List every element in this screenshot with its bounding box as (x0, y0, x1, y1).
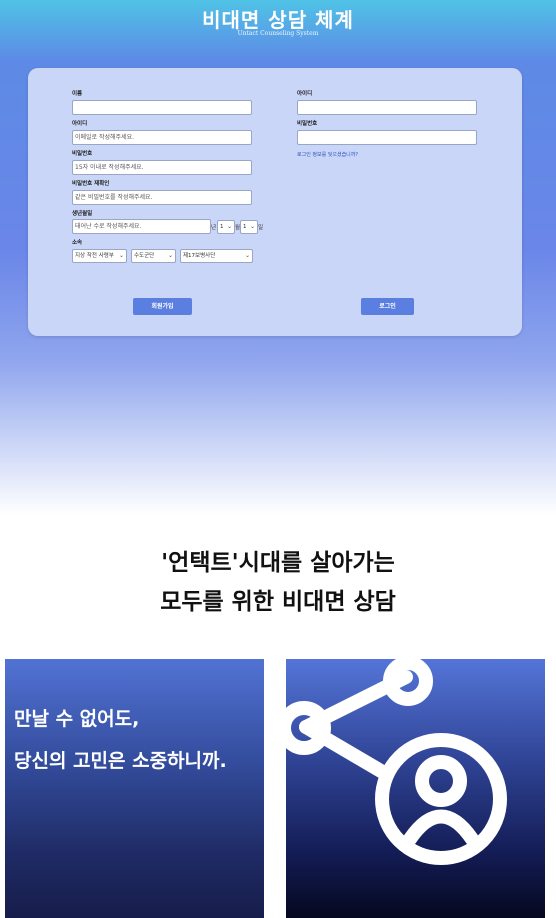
signup-button[interactable]: 회원가입 (133, 298, 192, 315)
birth-year-input[interactable]: 태어난 수로 작성해주세요. (72, 219, 211, 234)
message-line-1: 만날 수 없어도, (14, 708, 140, 730)
chevron-down-icon: ⌄ (244, 252, 250, 259)
birth-month-select[interactable]: 1 ⌄ (217, 220, 235, 234)
command-value: 지상 작전 사령부 (75, 253, 114, 259)
command-select[interactable]: 지상 작전 사령부 ⌄ (72, 249, 127, 263)
slogan-line-2: 모두를 위한 비대면 상담 (160, 589, 396, 615)
signup-password-input[interactable]: 15자 이내로 작성해주세요. (72, 160, 252, 175)
chevron-down-icon: ⌄ (226, 223, 232, 230)
chevron-down-icon: ⌄ (118, 252, 124, 259)
birthdate-label: 생년월일 (72, 211, 93, 217)
page-subtitle: Untact Counseling System (237, 30, 319, 37)
signup-id-label: 아이디 (72, 121, 88, 127)
login-password-input[interactable] (297, 130, 477, 145)
login-id-input[interactable] (297, 100, 477, 115)
name-input[interactable] (72, 100, 252, 115)
division-select[interactable]: 제17보병사단 ⌄ (180, 249, 253, 263)
name-label: 이름 (72, 91, 83, 97)
forgot-login-link[interactable]: 로그인 정보를 잊으셨습니까? (297, 151, 358, 158)
signup-password-label: 비밀번호 (72, 151, 93, 157)
division-value: 제17보병사단 (183, 253, 216, 259)
share-user-icon (286, 659, 507, 865)
chevron-down-icon: ⌄ (167, 252, 173, 259)
year-suffix: 년 (211, 225, 217, 231)
login-password-label: 비밀번호 (297, 121, 318, 127)
slogan-line-1: '언택트'시대를 살아가는 (161, 550, 395, 576)
hero-section: 비대면 상담 체계 Untact Counseling System 이름 아이… (0, 0, 556, 520)
birth-day-value: 1 (243, 224, 247, 230)
icon-panel (286, 659, 545, 918)
corps-value: 수도군단 (134, 253, 155, 259)
day-suffix: 일 (258, 225, 264, 231)
login-button[interactable]: 로그인 (361, 298, 414, 315)
chevron-down-icon: ⌄ (249, 223, 255, 230)
message-panel: 만날 수 없어도, 당신의 고민은 소중하니까. (5, 659, 264, 918)
page-title: 비대면 상담 체계 (202, 8, 354, 32)
affiliation-label: 소속 (72, 240, 83, 246)
password-confirm-input[interactable]: 같은 비밀번호를 작성해주세요. (72, 190, 252, 205)
login-id-label: 아이디 (297, 91, 313, 97)
message-line-2: 당신의 고민은 소중하니까. (14, 750, 227, 772)
password-confirm-label: 비밀번호 재확인 (72, 181, 110, 187)
auth-card: 이름 아이디 이메일로 작성해주세요. 비밀번호 15자 이내로 작성해주세요.… (28, 68, 522, 336)
corps-select[interactable]: 수도군단 ⌄ (131, 249, 176, 263)
birth-month-value: 1 (220, 224, 224, 230)
birth-day-select[interactable]: 1 ⌄ (240, 220, 258, 234)
signup-id-input[interactable]: 이메일로 작성해주세요. (72, 130, 252, 145)
